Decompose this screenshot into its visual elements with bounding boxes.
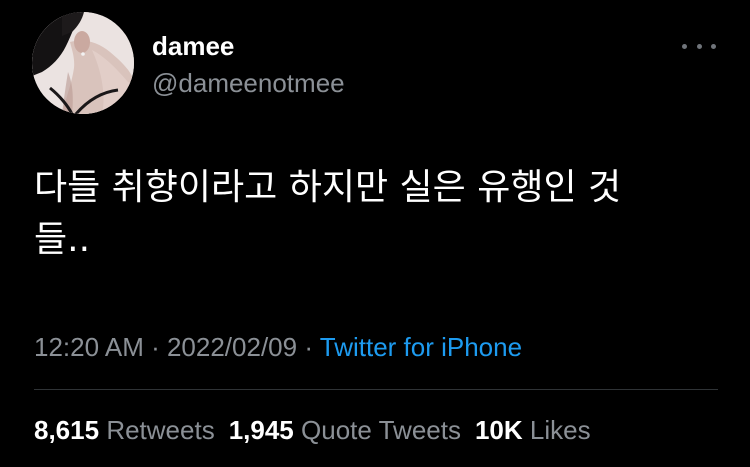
tweet-source-link[interactable]: Twitter for iPhone <box>320 332 522 362</box>
avatar[interactable] <box>32 12 134 114</box>
retweets-stat[interactable]: 8,615 Retweets <box>34 415 215 445</box>
meta-separator: · <box>143 332 167 362</box>
quote-tweets-count: 1,945 <box>228 415 294 445</box>
quote-tweets-label: Quote Tweets <box>301 415 461 445</box>
retweets-label: Retweets <box>106 415 215 445</box>
divider <box>34 389 718 390</box>
tweet-time[interactable]: 12:20 AM <box>34 332 144 362</box>
retweets-count: 8,615 <box>34 415 100 445</box>
tweet-text: 다들 취향이라고 하지만 실은 유행인 것 들.. <box>34 162 714 266</box>
meta-separator: · <box>297 332 320 362</box>
user-handle[interactable]: @dameenotmee <box>152 67 345 99</box>
avatar-photo <box>32 12 134 114</box>
tweet-metadata: 12:20 AM · 2022/02/09 · Twitter for iPho… <box>34 330 522 364</box>
quote-tweets-stat[interactable]: 1,945 Quote Tweets <box>229 415 461 445</box>
likes-stat[interactable]: 10K Likes <box>475 415 591 445</box>
likes-count: 10K <box>474 415 523 445</box>
tweet-text-line: 들.. <box>34 219 91 260</box>
more-options-button[interactable] <box>682 36 716 56</box>
tweet-text-line: 다들 취향이라고 하지만 실은 유행인 것 <box>34 167 622 208</box>
tweet-stats: 8,615 Retweets 1,945 Quote Tweets 10K Like… <box>34 413 591 447</box>
tweet-date[interactable]: 2022/02/09 <box>167 332 297 362</box>
user-display-name[interactable]: damee <box>152 30 234 62</box>
tweet-detail: damee @dameenotmee 다들 취향이라고 하지만 실은 유행인 것… <box>0 0 750 467</box>
likes-label: Likes <box>529 415 591 445</box>
more-horizontal-icon <box>682 43 687 49</box>
